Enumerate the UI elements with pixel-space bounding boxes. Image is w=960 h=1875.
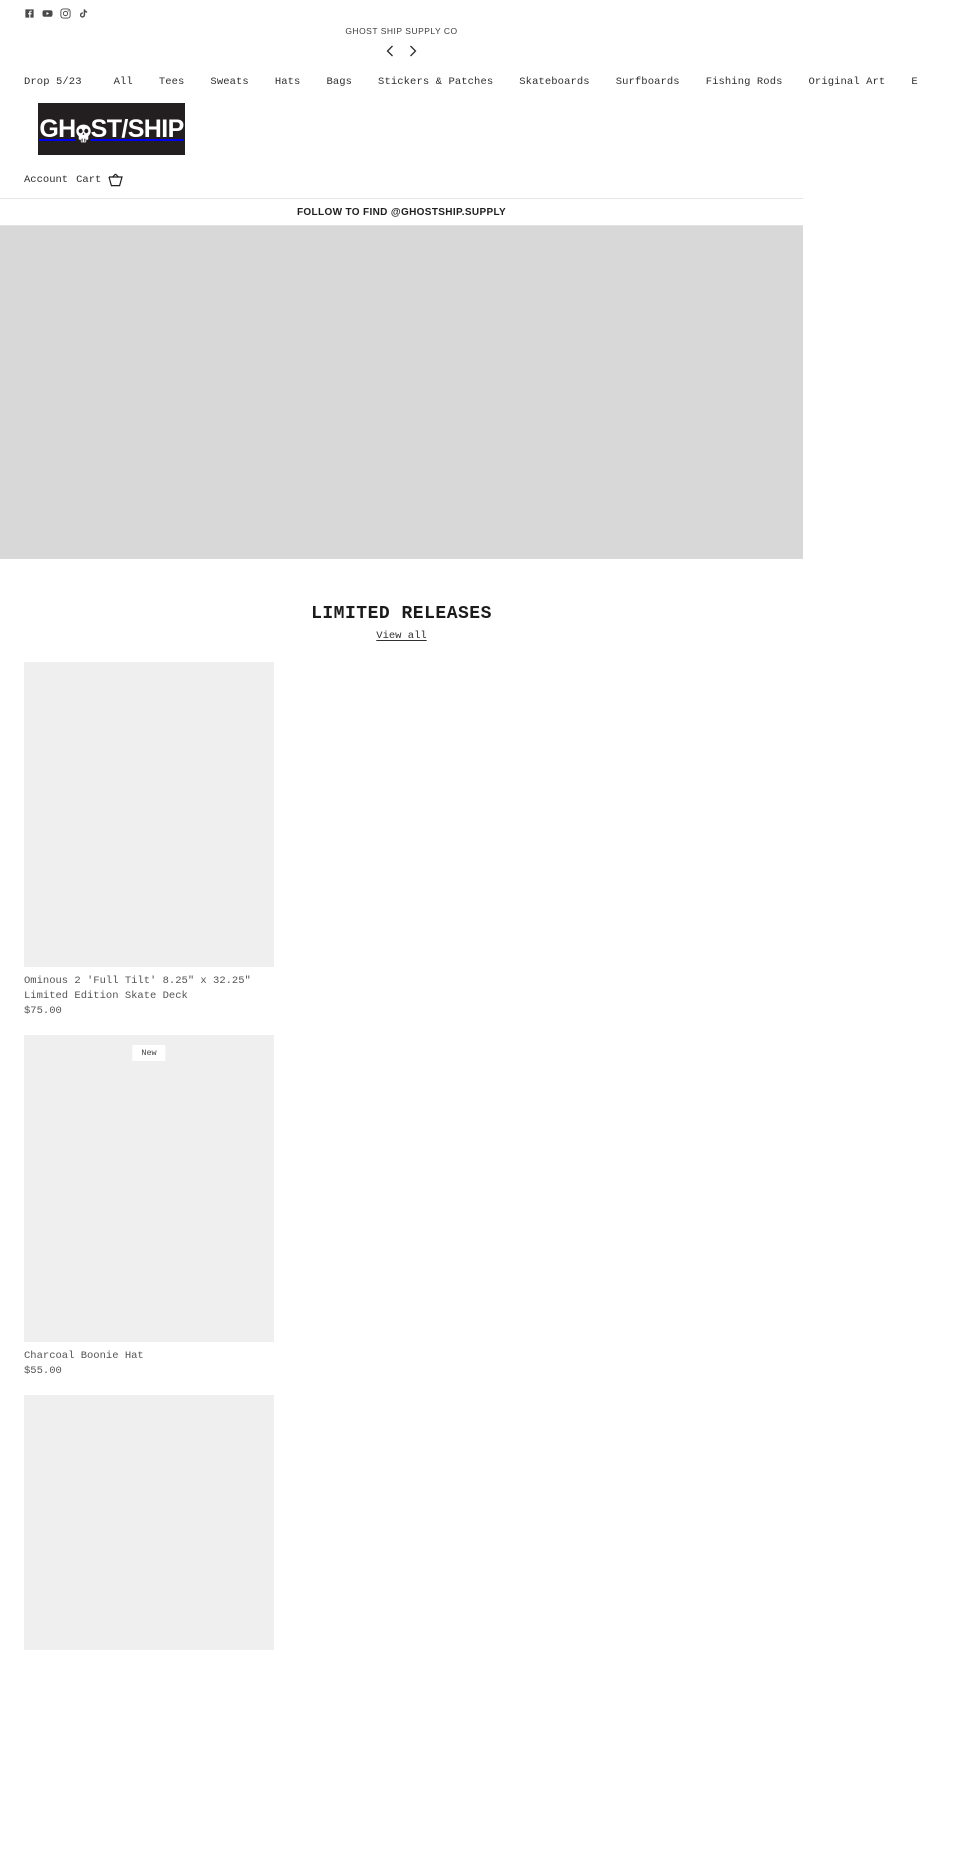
nav-item-events[interactable]: E: [911, 71, 943, 93]
announcement-next-button[interactable]: [404, 42, 422, 60]
product-card[interactable]: Ominous 2 'Full Tilt' 8.25" x 32.25" Lim…: [24, 662, 274, 1019]
nav-item-all[interactable]: All: [114, 71, 159, 93]
account-link[interactable]: Account: [24, 174, 68, 186]
follow-banner-text: FOLLOW TO FIND @GHOSTSHIP.SUPPLY: [296, 206, 507, 218]
follow-banner: FOLLOW TO FIND @GHOSTSHIP.SUPPLY: [0, 199, 803, 226]
product-card[interactable]: [24, 1394, 274, 1650]
nav-item-hats[interactable]: Hats: [275, 71, 327, 93]
product-price: $55.00: [24, 1365, 62, 1377]
tiktok-icon[interactable]: [78, 8, 89, 19]
product-title: Ominous 2 'Full Tilt' 8.25" x 32.25" Lim…: [24, 975, 251, 1002]
account-cart-bar: Account Cart: [0, 155, 803, 187]
status-badge: New: [132, 1044, 166, 1061]
social-bar: [0, 0, 803, 22]
nav-item-bags[interactable]: Bags: [326, 71, 378, 93]
nav-item-surfboards[interactable]: Surfboards: [616, 71, 706, 93]
basket-icon[interactable]: [108, 173, 124, 187]
site-logo[interactable]: GH ST/SHIP: [38, 103, 185, 155]
announcement-text: GHOST SHIP SUPPLY CO: [345, 26, 458, 36]
hero-banner[interactable]: [0, 226, 803, 559]
nav-item-sweats[interactable]: Sweats: [210, 71, 274, 93]
announcement-prev-button[interactable]: [381, 42, 399, 60]
cart-link[interactable]: Cart: [76, 174, 101, 186]
nav-item-fishing-rods[interactable]: Fishing Rods: [706, 71, 809, 93]
collection-header: LIMITED RELEASES View all: [0, 559, 803, 643]
product-grid: Ominous 2 'Full Tilt' 8.25" x 32.25" Lim…: [0, 643, 803, 1650]
instagram-icon[interactable]: [60, 7, 71, 19]
nav-item-stickers-patches[interactable]: Stickers & Patches: [378, 71, 519, 93]
nav-item-original-art[interactable]: Original Art: [809, 71, 912, 93]
collection-title: LIMITED RELEASES: [311, 604, 492, 624]
storefront-page: GHOST SHIP SUPPLY CO Drop 5/23 All Tees …: [0, 0, 960, 1875]
product-image[interactable]: New: [24, 1034, 274, 1342]
announcement-bar: GHOST SHIP SUPPLY CO: [0, 22, 803, 60]
chevron-left-icon: [386, 45, 393, 57]
view-all-link[interactable]: View all: [376, 630, 426, 642]
facebook-icon[interactable]: [24, 8, 35, 19]
main-navigation: Drop 5/23 All Tees Sweats Hats Bags Stic…: [0, 71, 918, 93]
chevron-right-icon: [410, 45, 417, 57]
product-title: Charcoal Boonie Hat: [24, 1349, 144, 1362]
product-image[interactable]: [24, 1394, 274, 1650]
announcement-controls: [0, 42, 803, 60]
youtube-icon[interactable]: [42, 8, 53, 19]
logo-text-after: ST/SHIP: [90, 114, 185, 143]
logo-text-before: GH: [39, 114, 76, 143]
skull-icon: [75, 121, 92, 142]
product-card[interactable]: New Charcoal Boonie Hat $55.00: [24, 1034, 274, 1379]
nav-item-tees[interactable]: Tees: [159, 71, 211, 93]
nav-item-drop[interactable]: Drop 5/23: [24, 71, 114, 93]
product-image[interactable]: [24, 662, 274, 967]
logo-container: GH ST/SHIP: [0, 93, 803, 155]
nav-item-skateboards[interactable]: Skateboards: [519, 71, 615, 93]
content-column: GHOST SHIP SUPPLY CO Drop 5/23 All Tees …: [0, 0, 918, 1666]
product-price: $75.00: [24, 1005, 62, 1017]
